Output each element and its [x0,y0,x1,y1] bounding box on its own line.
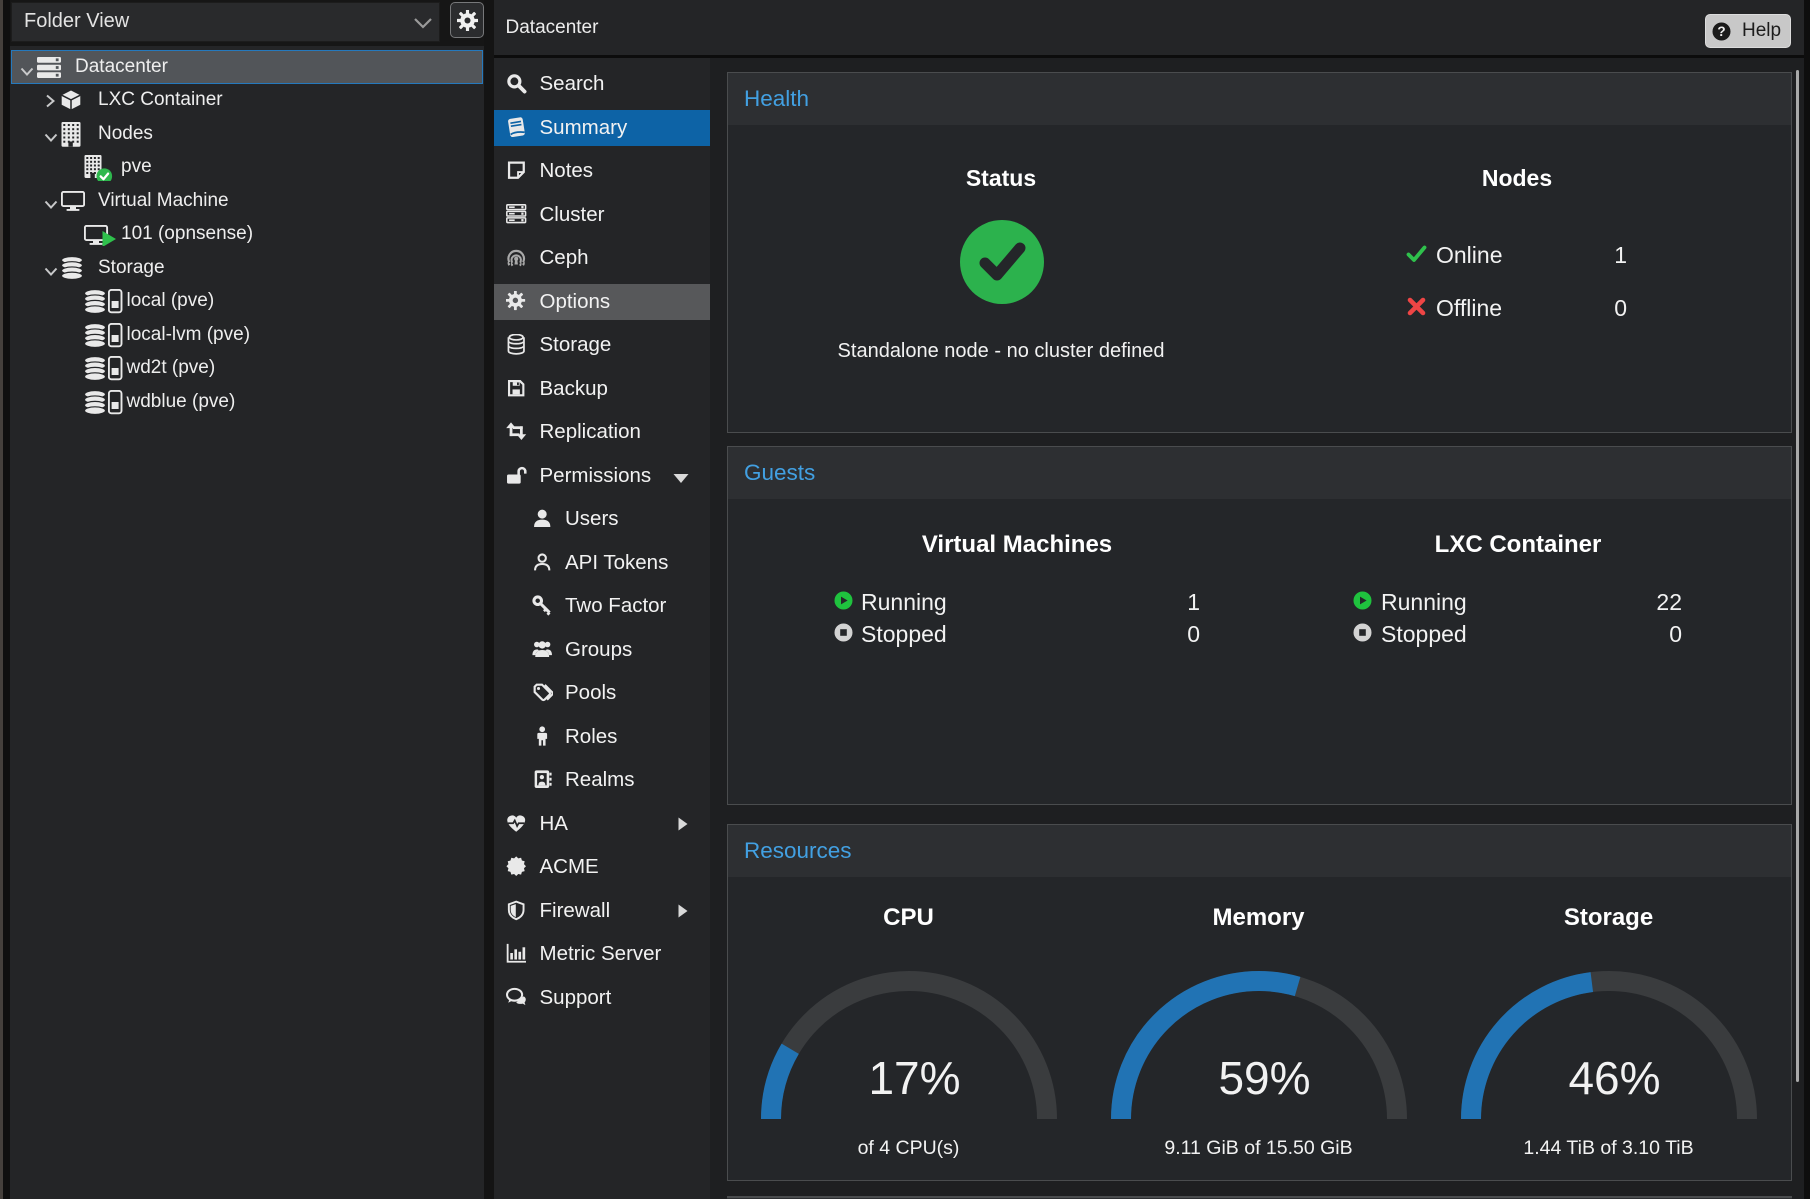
svg-text:?: ? [1717,24,1725,39]
